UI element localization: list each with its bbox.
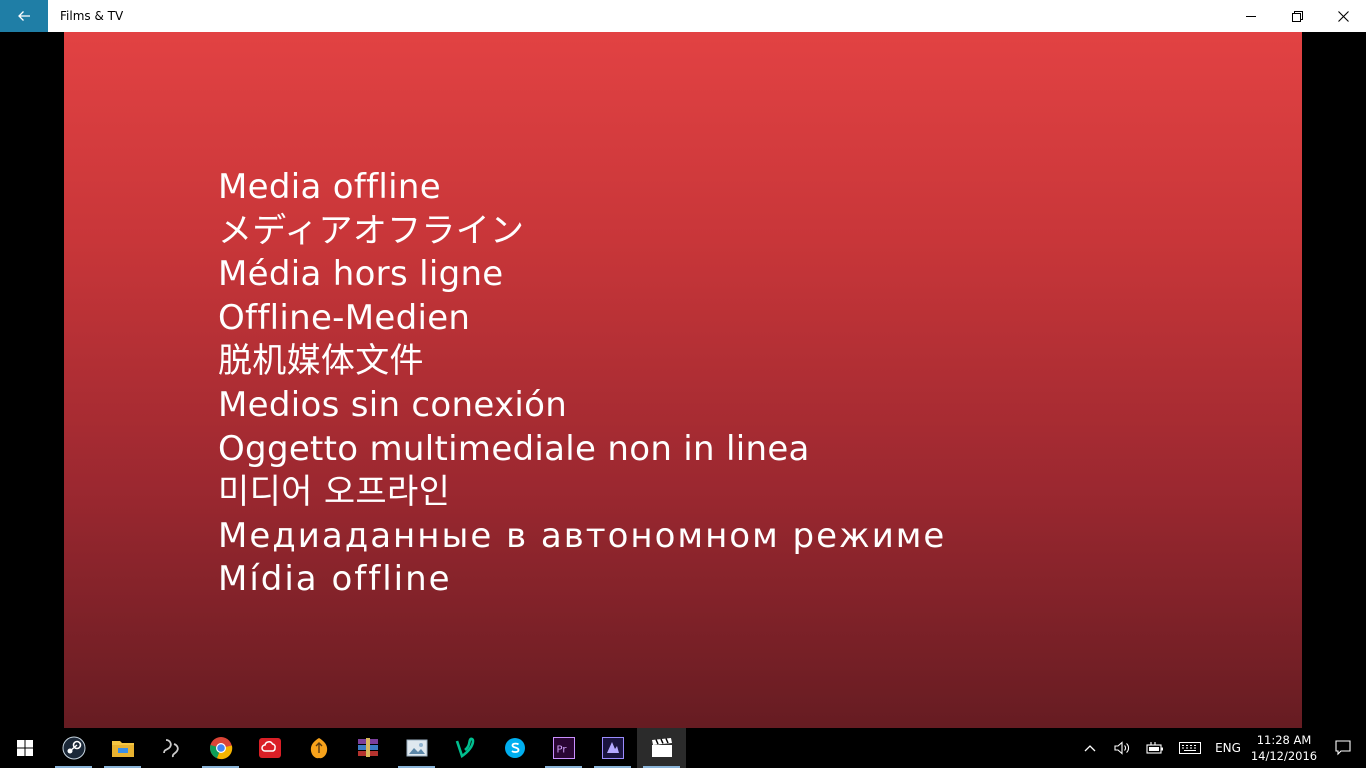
creative-cloud-icon [258,738,281,758]
video-frame: Media offline メディアオフライン Média hors ligne… [64,32,1302,728]
file-explorer-icon [111,741,134,757]
taskbar: Pr ENG 11:28 AM 14/12/2016 [0,728,1366,768]
chrome-icon [209,737,232,760]
language-label: ENG [1215,741,1241,755]
message-line-german: Offline-Medien [218,297,471,338]
taskbar-app-obs[interactable] [147,728,196,768]
keyboard-icon [1179,742,1201,754]
notifications-icon [1335,740,1351,756]
back-arrow-icon [18,11,30,21]
vine-icon [455,737,474,759]
message-line-japanese: メディアオフライン [218,210,525,251]
windows-logo-icon [16,740,33,756]
winrar-icon [357,738,378,757]
show-hidden-icons-button[interactable] [1074,728,1106,768]
speaker-icon [1114,741,1129,755]
message-line-korean: 미디어 오프라인 [218,472,451,513]
taskbar-app-creative-cloud[interactable] [245,728,294,768]
message-line-spanish: Medios sin conexión [218,384,568,425]
clock-time: 11:28 AM [1256,733,1312,747]
start-button[interactable] [0,728,49,768]
taskbar-app-films-tv[interactable] [637,728,686,768]
obs-icon [162,739,179,758]
chevron-up-icon [1084,745,1096,752]
video-player[interactable]: Media offline メディアオフライン Média hors ligne… [0,32,1366,728]
films-tv-icon [651,738,672,757]
fl-studio-icon [310,738,327,759]
input-language-button[interactable]: ENG [1208,728,1248,768]
taskbar-app-file-explorer[interactable] [98,728,147,768]
restore-icon [1291,10,1303,22]
message-line-portuguese: Mídia offline [218,559,452,600]
window-controls [1228,0,1366,32]
volume-button[interactable] [1106,728,1138,768]
app-title: Films & TV [60,9,124,23]
skype-icon [504,738,525,758]
message-line-italian: Oggetto multimediale non in linea [218,428,810,469]
message-line-french: Média hors ligne [218,254,504,295]
media-offline-message: Media offline メディアオフライン Média hors ligne… [218,166,946,602]
media-encoder-icon [601,737,624,759]
action-center-button[interactable] [1320,728,1366,768]
restore-button[interactable] [1274,0,1320,32]
minimize-icon [1246,16,1256,17]
taskbar-app-steam[interactable] [49,728,98,768]
clock-button[interactable]: 11:28 AM 14/12/2016 [1248,728,1320,768]
taskbar-app-media-encoder[interactable] [588,728,637,768]
touch-keyboard-button[interactable] [1172,728,1208,768]
back-button[interactable] [0,0,48,32]
taskbar-app-chrome[interactable] [196,728,245,768]
taskbar-app-fl-studio[interactable] [294,728,343,768]
minimize-button[interactable] [1228,0,1274,32]
message-line-english: Media offline [218,167,441,207]
svg-text:Pr: Pr [556,745,567,756]
clock-date: 14/12/2016 [1250,749,1318,763]
message-line-russian: Медиаданные в автономном режиме [218,515,947,556]
taskbar-app-premiere-pro[interactable]: Pr [539,728,588,768]
taskbar-app-winrar[interactable] [343,728,392,768]
close-button[interactable] [1320,0,1366,32]
power-button[interactable] [1138,728,1172,768]
taskbar-app-photos-viewer[interactable] [392,728,441,768]
system-tray: ENG 11:28 AM 14/12/2016 [1074,728,1366,768]
photos-viewer-icon [406,739,427,757]
taskbar-app-skype[interactable] [490,728,539,768]
steam-icon [62,736,85,760]
battery-plug-icon [1146,742,1163,754]
premiere-pro-icon: Pr [552,737,575,759]
taskbar-app-vine[interactable] [441,728,490,768]
title-bar: Films & TV [0,0,1366,32]
close-icon [1337,10,1349,22]
message-line-chinese: 脱机媒体文件 [218,341,424,382]
